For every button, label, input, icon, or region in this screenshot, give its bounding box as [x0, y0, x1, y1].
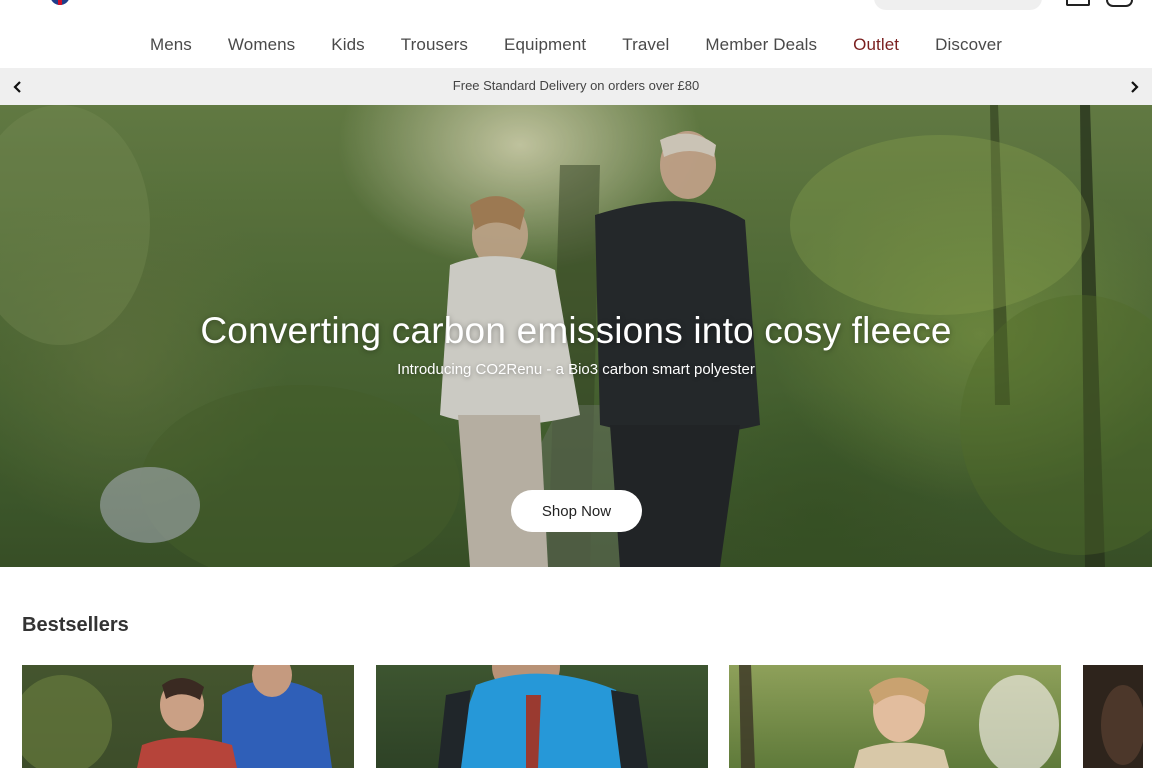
promo-banner: Free Standard Delivery on orders over £8… [0, 68, 1152, 105]
nav-item-mens[interactable]: Mens [132, 35, 210, 55]
chevron-right-icon[interactable] [1124, 77, 1144, 97]
nav-item-womens[interactable]: Womens [210, 35, 313, 55]
hero-banner: Converting carbon emissions into cosy fl… [0, 105, 1152, 567]
nav-item-outlet[interactable]: Outlet [835, 35, 917, 55]
nav-item-equipment[interactable]: Equipment [486, 35, 604, 55]
bestsellers-carousel [22, 665, 1152, 768]
nav-item-discover[interactable]: Discover [917, 35, 1020, 55]
nav-item-travel[interactable]: Travel [604, 35, 687, 55]
promo-message: Free Standard Delivery on orders over £8… [452, 78, 700, 93]
bestsellers-title: Bestsellers [22, 614, 129, 636]
account-icon[interactable] [1066, 0, 1090, 6]
couple-blue-jacket-photo [22, 665, 332, 768]
nav-item-kids[interactable]: Kids [313, 35, 382, 55]
man-blue-puffer-photo [438, 665, 648, 768]
shop-now-button[interactable]: Shop Now [511, 490, 642, 532]
product-card[interactable] [1083, 665, 1143, 768]
brand-logo[interactable] [496, 0, 652, 4]
site-header [0, 0, 1152, 24]
nav-item-trousers[interactable]: Trousers [383, 35, 486, 55]
product-card[interactable] [729, 665, 1061, 768]
woman-forest-photo [739, 665, 1059, 768]
uk-flag-icon[interactable] [50, 0, 70, 5]
nav-item-member-deals[interactable]: Member Deals [687, 35, 835, 55]
main-navigation: Mens Womens Kids Trousers Equipment Trav… [0, 28, 1152, 62]
partial-product-photo [1083, 665, 1143, 768]
hero-subline: Introducing CO2Renu - a Bio3 carbon smar… [397, 361, 755, 378]
product-card[interactable] [376, 665, 708, 768]
product-card[interactable] [22, 665, 354, 768]
search-input[interactable] [874, 0, 1042, 10]
hero-headline: Converting carbon emissions into cosy fl… [200, 310, 952, 351]
shopping-bag-icon[interactable] [1106, 0, 1133, 7]
